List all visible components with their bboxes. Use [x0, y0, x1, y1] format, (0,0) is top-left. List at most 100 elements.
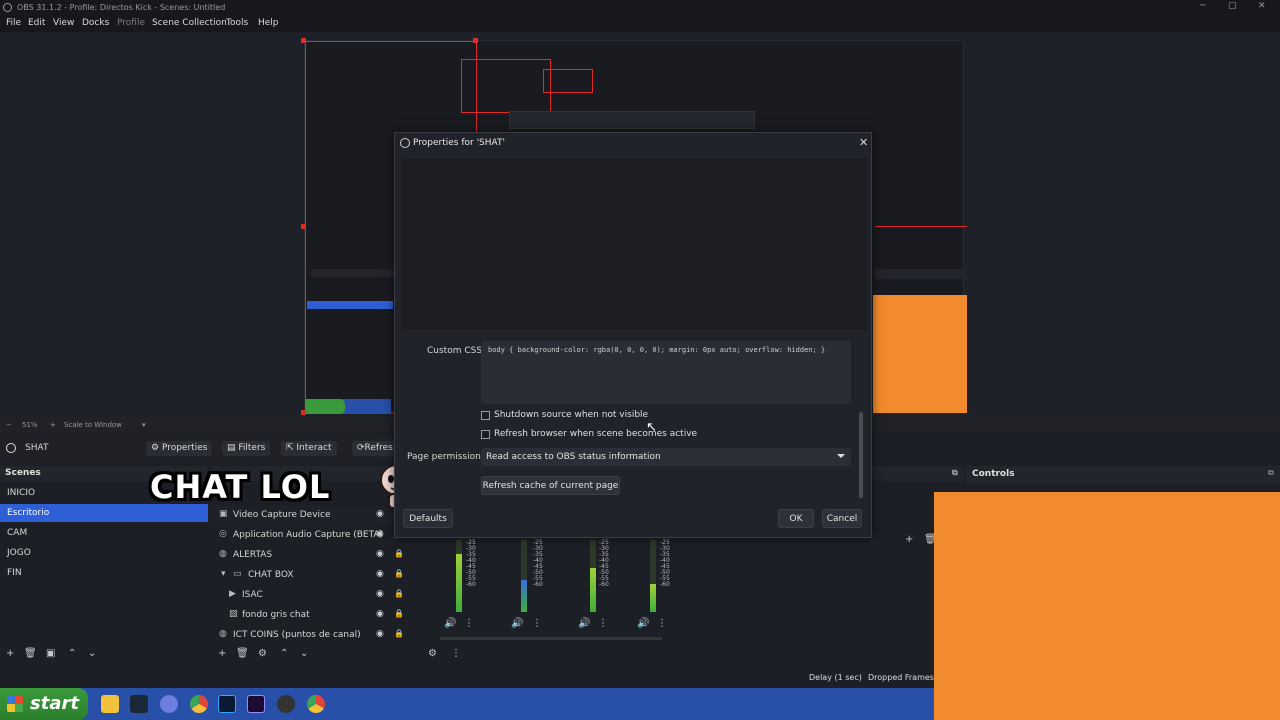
zoom-plus-icon[interactable]: +: [50, 421, 56, 429]
scene-item[interactable]: JOGO: [0, 544, 208, 562]
menu-bar: File Edit View Docks Profile Scene Colle…: [0, 16, 1280, 32]
file-explorer-icon[interactable]: [101, 695, 119, 713]
eye-icon[interactable]: ◉: [376, 609, 384, 619]
move-down-icon[interactable]: ⌄: [300, 648, 308, 659]
refresh-active-checkbox[interactable]: [481, 430, 490, 439]
more-icon[interactable]: ⋮: [598, 618, 608, 629]
dialog-scrollbar[interactable]: [859, 412, 863, 498]
source-row[interactable]: ▶ ISAC ◉ 🔒: [212, 586, 418, 604]
shutdown-checkbox[interactable]: [481, 411, 490, 420]
source-name: ICT COINS (puntos de canal): [233, 630, 361, 640]
menu-view[interactable]: View: [53, 18, 74, 28]
maximize-icon[interactable]: ▢: [1228, 1, 1237, 11]
resize-handle[interactable]: [473, 38, 478, 43]
resize-handle[interactable]: [301, 224, 306, 229]
source-row[interactable]: ▾ ▭ CHAT BOX ◉ 🔒: [212, 566, 418, 584]
scene-item[interactable]: CAM: [0, 524, 208, 542]
interact-button[interactable]: ⇱ Interact: [281, 441, 337, 456]
mixer-more-icon[interactable]: ⋮: [451, 648, 461, 659]
resize-handle[interactable]: [301, 38, 306, 43]
add-transition-icon[interactable]: +: [905, 534, 913, 545]
lock-icon[interactable]: 🔒: [394, 609, 404, 618]
menu-scene-collection[interactable]: Scene Collection: [152, 18, 227, 28]
lock-icon[interactable]: 🔒: [394, 569, 404, 578]
meter-scale: -25 -30 -35 -40 -45 -50 -55 -60: [466, 539, 476, 588]
eye-icon[interactable]: ◉: [376, 629, 384, 639]
menu-edit[interactable]: Edit: [28, 18, 45, 28]
mixer-gear-icon[interactable]: ⚙: [428, 648, 437, 659]
chevron-down-icon: [837, 454, 845, 458]
obs-taskbar-icon[interactable]: [277, 695, 295, 713]
dialog-title: Properties for 'SHAT': [413, 138, 505, 148]
zoom-minus-icon[interactable]: −: [6, 421, 12, 429]
move-up-icon[interactable]: ⌃: [68, 648, 76, 659]
add-scene-icon[interactable]: +: [6, 648, 14, 659]
zoom-mode[interactable]: Scale to Window: [64, 421, 122, 429]
start-button[interactable]: start: [0, 688, 88, 720]
chevron-down-icon[interactable]: ▾: [142, 421, 146, 429]
scene-item-selected[interactable]: Escritorio: [0, 504, 208, 522]
source-name: ALERTAS: [233, 550, 273, 560]
remove-source-icon[interactable]: 🗑: [236, 648, 249, 659]
speaker-icon[interactable]: 🔊: [444, 618, 456, 629]
menu-file[interactable]: File: [6, 18, 21, 28]
nested-dock-strip: [875, 269, 967, 279]
cancel-button[interactable]: Cancel: [822, 509, 862, 528]
source-row[interactable]: ◎ Application Audio Capture (BETA) ◉ 🔒: [212, 526, 418, 544]
speaker-icon[interactable]: 🔊: [637, 618, 649, 629]
page-permissions-value: Read access to OBS status information: [486, 452, 661, 462]
page-permissions-select[interactable]: Read access to OBS status information: [481, 448, 851, 466]
discord-icon[interactable]: [160, 695, 178, 713]
eye-icon[interactable]: ◉: [376, 589, 384, 599]
source-row[interactable]: ◍ ICT COINS (puntos de canal) ◉ 🔒: [212, 626, 418, 644]
more-icon[interactable]: ⋮: [464, 618, 474, 629]
scene-item[interactable]: FIN: [0, 564, 208, 582]
resize-handle[interactable]: [301, 410, 306, 415]
refresh-button[interactable]: ⟳Refres: [352, 441, 398, 456]
close-icon[interactable]: ✕: [859, 136, 868, 149]
move-down-icon[interactable]: ⌄: [88, 648, 96, 659]
photoshop-icon[interactable]: [218, 695, 236, 713]
ok-button[interactable]: OK: [778, 509, 814, 528]
undock-icon[interactable]: ⧉: [952, 468, 958, 478]
more-icon[interactable]: ⋮: [657, 618, 667, 629]
steam-icon[interactable]: [130, 695, 148, 713]
chrome-icon[interactable]: [307, 695, 325, 713]
lock-icon[interactable]: 🔒: [394, 589, 404, 598]
move-up-icon[interactable]: ⌃: [280, 648, 288, 659]
eye-icon[interactable]: ◉: [376, 529, 384, 539]
undock-icon[interactable]: ⧉: [1268, 468, 1274, 478]
menu-tools[interactable]: Tools: [226, 18, 248, 28]
speaker-icon[interactable]: 🔊: [578, 618, 590, 629]
menu-docks[interactable]: Docks: [82, 18, 109, 28]
nested-selection-box: [543, 69, 593, 93]
more-icon[interactable]: ⋮: [532, 618, 542, 629]
close-window-icon[interactable]: ✕: [1258, 1, 1266, 11]
premiere-icon[interactable]: [247, 695, 265, 713]
nested-start: [305, 399, 345, 414]
properties-button[interactable]: ⚙ Properties: [146, 441, 213, 456]
add-source-icon[interactable]: +: [218, 648, 226, 659]
source-row[interactable]: ◍ ALERTAS ◉ 🔒: [212, 546, 418, 564]
chevron-down-icon[interactable]: ▾: [221, 569, 226, 579]
speaker-icon[interactable]: 🔊: [511, 618, 523, 629]
filters-button[interactable]: ▤ Filters: [222, 441, 271, 456]
eye-icon[interactable]: ◉: [376, 549, 384, 559]
minimize-icon[interactable]: ─: [1200, 1, 1205, 11]
scene-filter-icon[interactable]: ▣: [46, 648, 55, 659]
lock-icon[interactable]: 🔒: [394, 549, 404, 558]
meter-scale: -25 -30 -35 -40 -45 -50 -55 -60: [660, 539, 670, 588]
lock-icon[interactable]: 🔒: [394, 629, 404, 638]
eye-icon[interactable]: ◉: [376, 569, 384, 579]
source-properties-icon[interactable]: ⚙: [258, 648, 267, 659]
refresh-cache-button[interactable]: Refresh cache of current page: [481, 476, 620, 495]
menu-help[interactable]: Help: [258, 18, 279, 28]
menu-profile[interactable]: Profile: [117, 18, 145, 28]
custom-css-textarea[interactable]: body { background-color: rgba(0, 0, 0, 0…: [481, 341, 851, 404]
remove-scene-icon[interactable]: 🗑: [24, 648, 37, 659]
mixer-scrollbar[interactable]: [440, 637, 662, 640]
source-name: Video Capture Device: [233, 510, 331, 520]
chrome-icon[interactable]: [190, 695, 208, 713]
defaults-button[interactable]: Defaults: [403, 509, 453, 528]
source-row[interactable]: ▨ fondo gris chat ◉ 🔒: [212, 606, 418, 624]
